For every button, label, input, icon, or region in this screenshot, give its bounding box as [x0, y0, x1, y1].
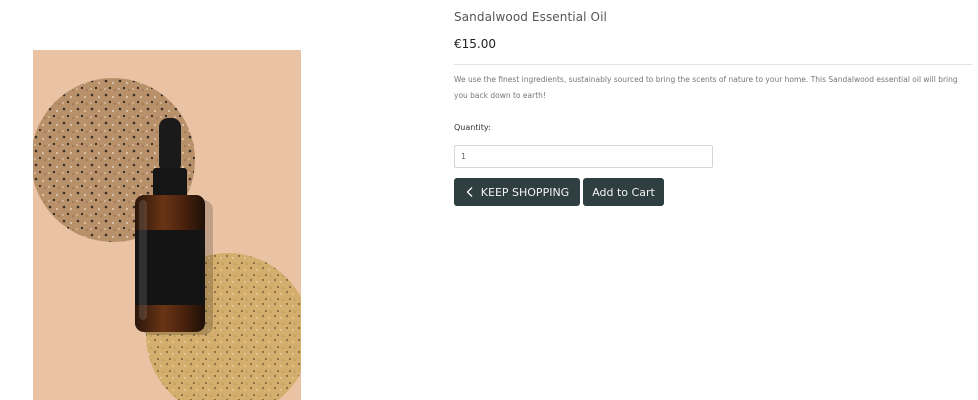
product-description: We use the finest ingredients, sustainab…	[454, 75, 958, 100]
keep-shopping-label: KEEP SHOPPING	[480, 185, 570, 199]
quantity-label: Quantity:	[454, 123, 491, 132]
chevron-left-icon	[466, 187, 473, 197]
add-to-cart-button[interactable]: Add to Cart	[583, 178, 664, 206]
add-to-cart-label: Add to Cart	[592, 185, 655, 199]
product-image	[33, 50, 301, 400]
product-photo	[33, 50, 301, 400]
product-price: €15.00	[454, 37, 496, 51]
quantity-input[interactable]	[454, 145, 713, 168]
divider	[454, 64, 972, 65]
keep-shopping-button[interactable]: KEEP SHOPPING	[454, 178, 580, 206]
product-title: Sandalwood Essential Oil	[454, 10, 607, 24]
